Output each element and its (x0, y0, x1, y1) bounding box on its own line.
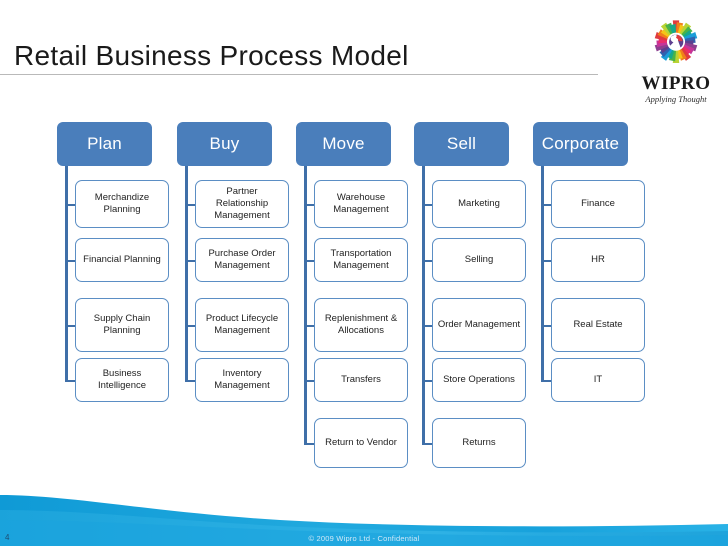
process-box[interactable]: Transfers (314, 358, 408, 402)
copyright-notice: © 2009 Wipro Ltd - Confidential (308, 534, 420, 543)
process-box[interactable]: Replenishment & Allocations (314, 298, 408, 352)
process-box[interactable]: Warehouse Management (314, 180, 408, 228)
process-model-diagram: Plan Merchandize Planning Financial Planni… (0, 0, 728, 500)
process-box[interactable]: IT (551, 358, 645, 402)
column-header-sell[interactable]: Sell (414, 122, 509, 166)
connector-spine (185, 166, 188, 380)
connector-spine (304, 166, 307, 443)
process-box[interactable]: Finance (551, 180, 645, 228)
process-box[interactable]: Transportation Management (314, 238, 408, 282)
process-box[interactable]: HR (551, 238, 645, 282)
slide-footer: 4 © 2009 Wipro Ltd - Confidential (0, 490, 728, 546)
connector-spine (541, 166, 544, 380)
column-header-plan[interactable]: Plan (57, 122, 152, 166)
column-header-buy[interactable]: Buy (177, 122, 272, 166)
process-box[interactable]: Marketing (432, 180, 526, 228)
process-box[interactable]: Store Operations (432, 358, 526, 402)
process-box[interactable]: Real Estate (551, 298, 645, 352)
process-box[interactable]: Purchase Order Management (195, 238, 289, 282)
process-box[interactable]: Selling (432, 238, 526, 282)
process-box[interactable]: Financial Planning (75, 238, 169, 282)
process-box[interactable]: Inventory Management (195, 358, 289, 402)
process-box[interactable]: Return to Vendor (314, 418, 408, 468)
process-box[interactable]: Partner Relationship Management (195, 180, 289, 228)
process-box[interactable]: Supply Chain Planning (75, 298, 169, 352)
connector-spine (65, 166, 68, 380)
process-box[interactable]: Order Management (432, 298, 526, 352)
column-header-corporate[interactable]: Corporate (533, 122, 628, 166)
process-box[interactable]: Merchandize Planning (75, 180, 169, 228)
connector-spine (422, 166, 425, 443)
process-box[interactable]: Returns (432, 418, 526, 468)
column-header-move[interactable]: Move (296, 122, 391, 166)
process-box[interactable]: Product Lifecycle Management (195, 298, 289, 352)
process-box[interactable]: Business Intelligence (75, 358, 169, 402)
